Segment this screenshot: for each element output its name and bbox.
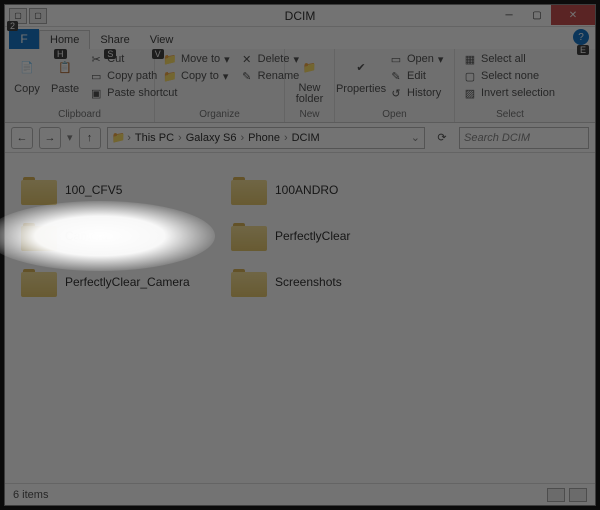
group-organize: Organize: [161, 107, 278, 120]
folder-label: Screenshots: [275, 275, 342, 289]
quick-access-toolbar: ▢1 ▢2: [5, 6, 51, 26]
content-pane[interactable]: 100_CFV5 100ANDRO Camera PerfectlyClear Perf…: [5, 153, 595, 483]
refresh-button[interactable]: ⟳: [431, 127, 453, 149]
crumb-phone[interactable]: Phone: [246, 132, 282, 144]
address-bar[interactable]: 📁› This PC› Galaxy S6› Phone› DCIM ⌄: [107, 127, 425, 149]
crumb-dcim[interactable]: DCIM: [290, 132, 322, 144]
folder-icon: [21, 175, 57, 205]
properties-button[interactable]: ✔Properties: [341, 51, 381, 97]
help-button[interactable]: ?: [573, 29, 589, 45]
tab-home[interactable]: HomeH: [39, 30, 90, 49]
folder-label: Camera: [65, 229, 108, 243]
folder-item[interactable]: PerfectlyClear: [225, 213, 435, 259]
delete-icon: ✕: [240, 52, 254, 66]
crumb-device[interactable]: Galaxy S6: [184, 132, 239, 144]
file-tab[interactable]: F: [9, 29, 39, 49]
status-bar: 6 items: [5, 483, 595, 505]
properties-icon: ✔: [347, 53, 375, 81]
edit-button[interactable]: ✎Edit: [387, 68, 445, 84]
folder-item[interactable]: 100_CFV5: [15, 167, 225, 213]
folder-icon: [231, 221, 267, 251]
icons-view-button[interactable]: [569, 488, 587, 502]
folder-item[interactable]: PerfectlyClear_Camera: [15, 259, 225, 305]
back-button[interactable]: ←: [11, 127, 33, 149]
group-open: Open: [341, 107, 448, 120]
search-box[interactable]: Search DCIM: [459, 127, 589, 149]
open-button[interactable]: ▭Open▾: [387, 51, 445, 67]
folder-label: PerfectlyClear: [275, 229, 350, 243]
details-view-button[interactable]: [547, 488, 565, 502]
invert-icon: ▨: [463, 86, 477, 100]
rename-icon: ✎: [240, 69, 254, 83]
shortcut-icon: ▣: [89, 86, 103, 100]
select-all-button[interactable]: ▦Select all: [461, 51, 557, 67]
minimize-button[interactable]: ─: [495, 5, 523, 25]
group-new: New: [291, 107, 328, 120]
tab-share[interactable]: ShareS: [90, 31, 139, 49]
crumb-this-pc[interactable]: This PC: [133, 132, 176, 144]
invert-selection-button[interactable]: ▨Invert selection: [461, 85, 557, 101]
copy-button[interactable]: 📄Copy: [11, 51, 43, 97]
move-to-button[interactable]: 📁Move to▾: [161, 51, 232, 67]
address-dropdown[interactable]: ⌄: [411, 131, 420, 144]
select-none-icon: ▢: [463, 69, 477, 83]
group-clipboard: Clipboard: [11, 107, 148, 120]
ribbon-tabs: F HomeH ShareS ViewV ? E: [5, 27, 595, 49]
folder-icon: [231, 175, 267, 205]
forward-button[interactable]: →: [39, 127, 61, 149]
folder-item[interactable]: Camera: [15, 213, 225, 259]
title-bar: ▢1 ▢2 DCIM ─ ▢ ✕: [5, 5, 595, 27]
edit-icon: ✎: [389, 69, 403, 83]
tab-view[interactable]: ViewV: [140, 31, 184, 49]
history-icon: ↺: [389, 86, 403, 100]
copyto-icon: 📁: [163, 69, 177, 83]
up-button[interactable]: ↑: [79, 127, 101, 149]
folder-label: PerfectlyClear_Camera: [65, 275, 190, 289]
item-count: 6 items: [13, 489, 48, 501]
folder-item[interactable]: Screenshots: [225, 259, 435, 305]
copy-icon: 📄: [13, 53, 41, 81]
cut-icon: ✂: [89, 52, 103, 66]
open-icon: ▭: [389, 52, 403, 66]
folder-icon: [21, 221, 57, 251]
recent-dropdown[interactable]: ▾: [67, 131, 73, 144]
maximize-button[interactable]: ▢: [523, 5, 551, 25]
history-button[interactable]: ↺History: [387, 85, 445, 101]
group-select: Select: [461, 107, 559, 120]
folder-icon: [21, 267, 57, 297]
select-all-icon: ▦: [463, 52, 477, 66]
folder-label: 100ANDRO: [275, 183, 338, 197]
folder-item[interactable]: 100ANDRO: [225, 167, 435, 213]
copy-to-button[interactable]: 📁Copy to▾: [161, 68, 232, 84]
select-none-button[interactable]: ▢Select none: [461, 68, 557, 84]
copy-path-icon: ▭: [89, 69, 103, 83]
qat-btn-2[interactable]: ▢2: [29, 8, 47, 24]
folder-icon: [231, 267, 267, 297]
location-icon: 📁: [112, 131, 126, 144]
folder-label: 100_CFV5: [65, 183, 122, 197]
window-title: DCIM: [285, 9, 316, 23]
ribbon: 📄Copy 📋Paste ✂Cut ▭Copy path ▣Paste shor…: [5, 49, 595, 123]
close-button[interactable]: ✕: [551, 5, 595, 25]
nav-bar: ← → ▾ ↑ 📁› This PC› Galaxy S6› Phone› DC…: [5, 123, 595, 153]
move-icon: 📁: [163, 52, 177, 66]
folder-icon: 📁: [296, 53, 324, 81]
new-folder-button[interactable]: 📁New folder: [291, 51, 328, 107]
